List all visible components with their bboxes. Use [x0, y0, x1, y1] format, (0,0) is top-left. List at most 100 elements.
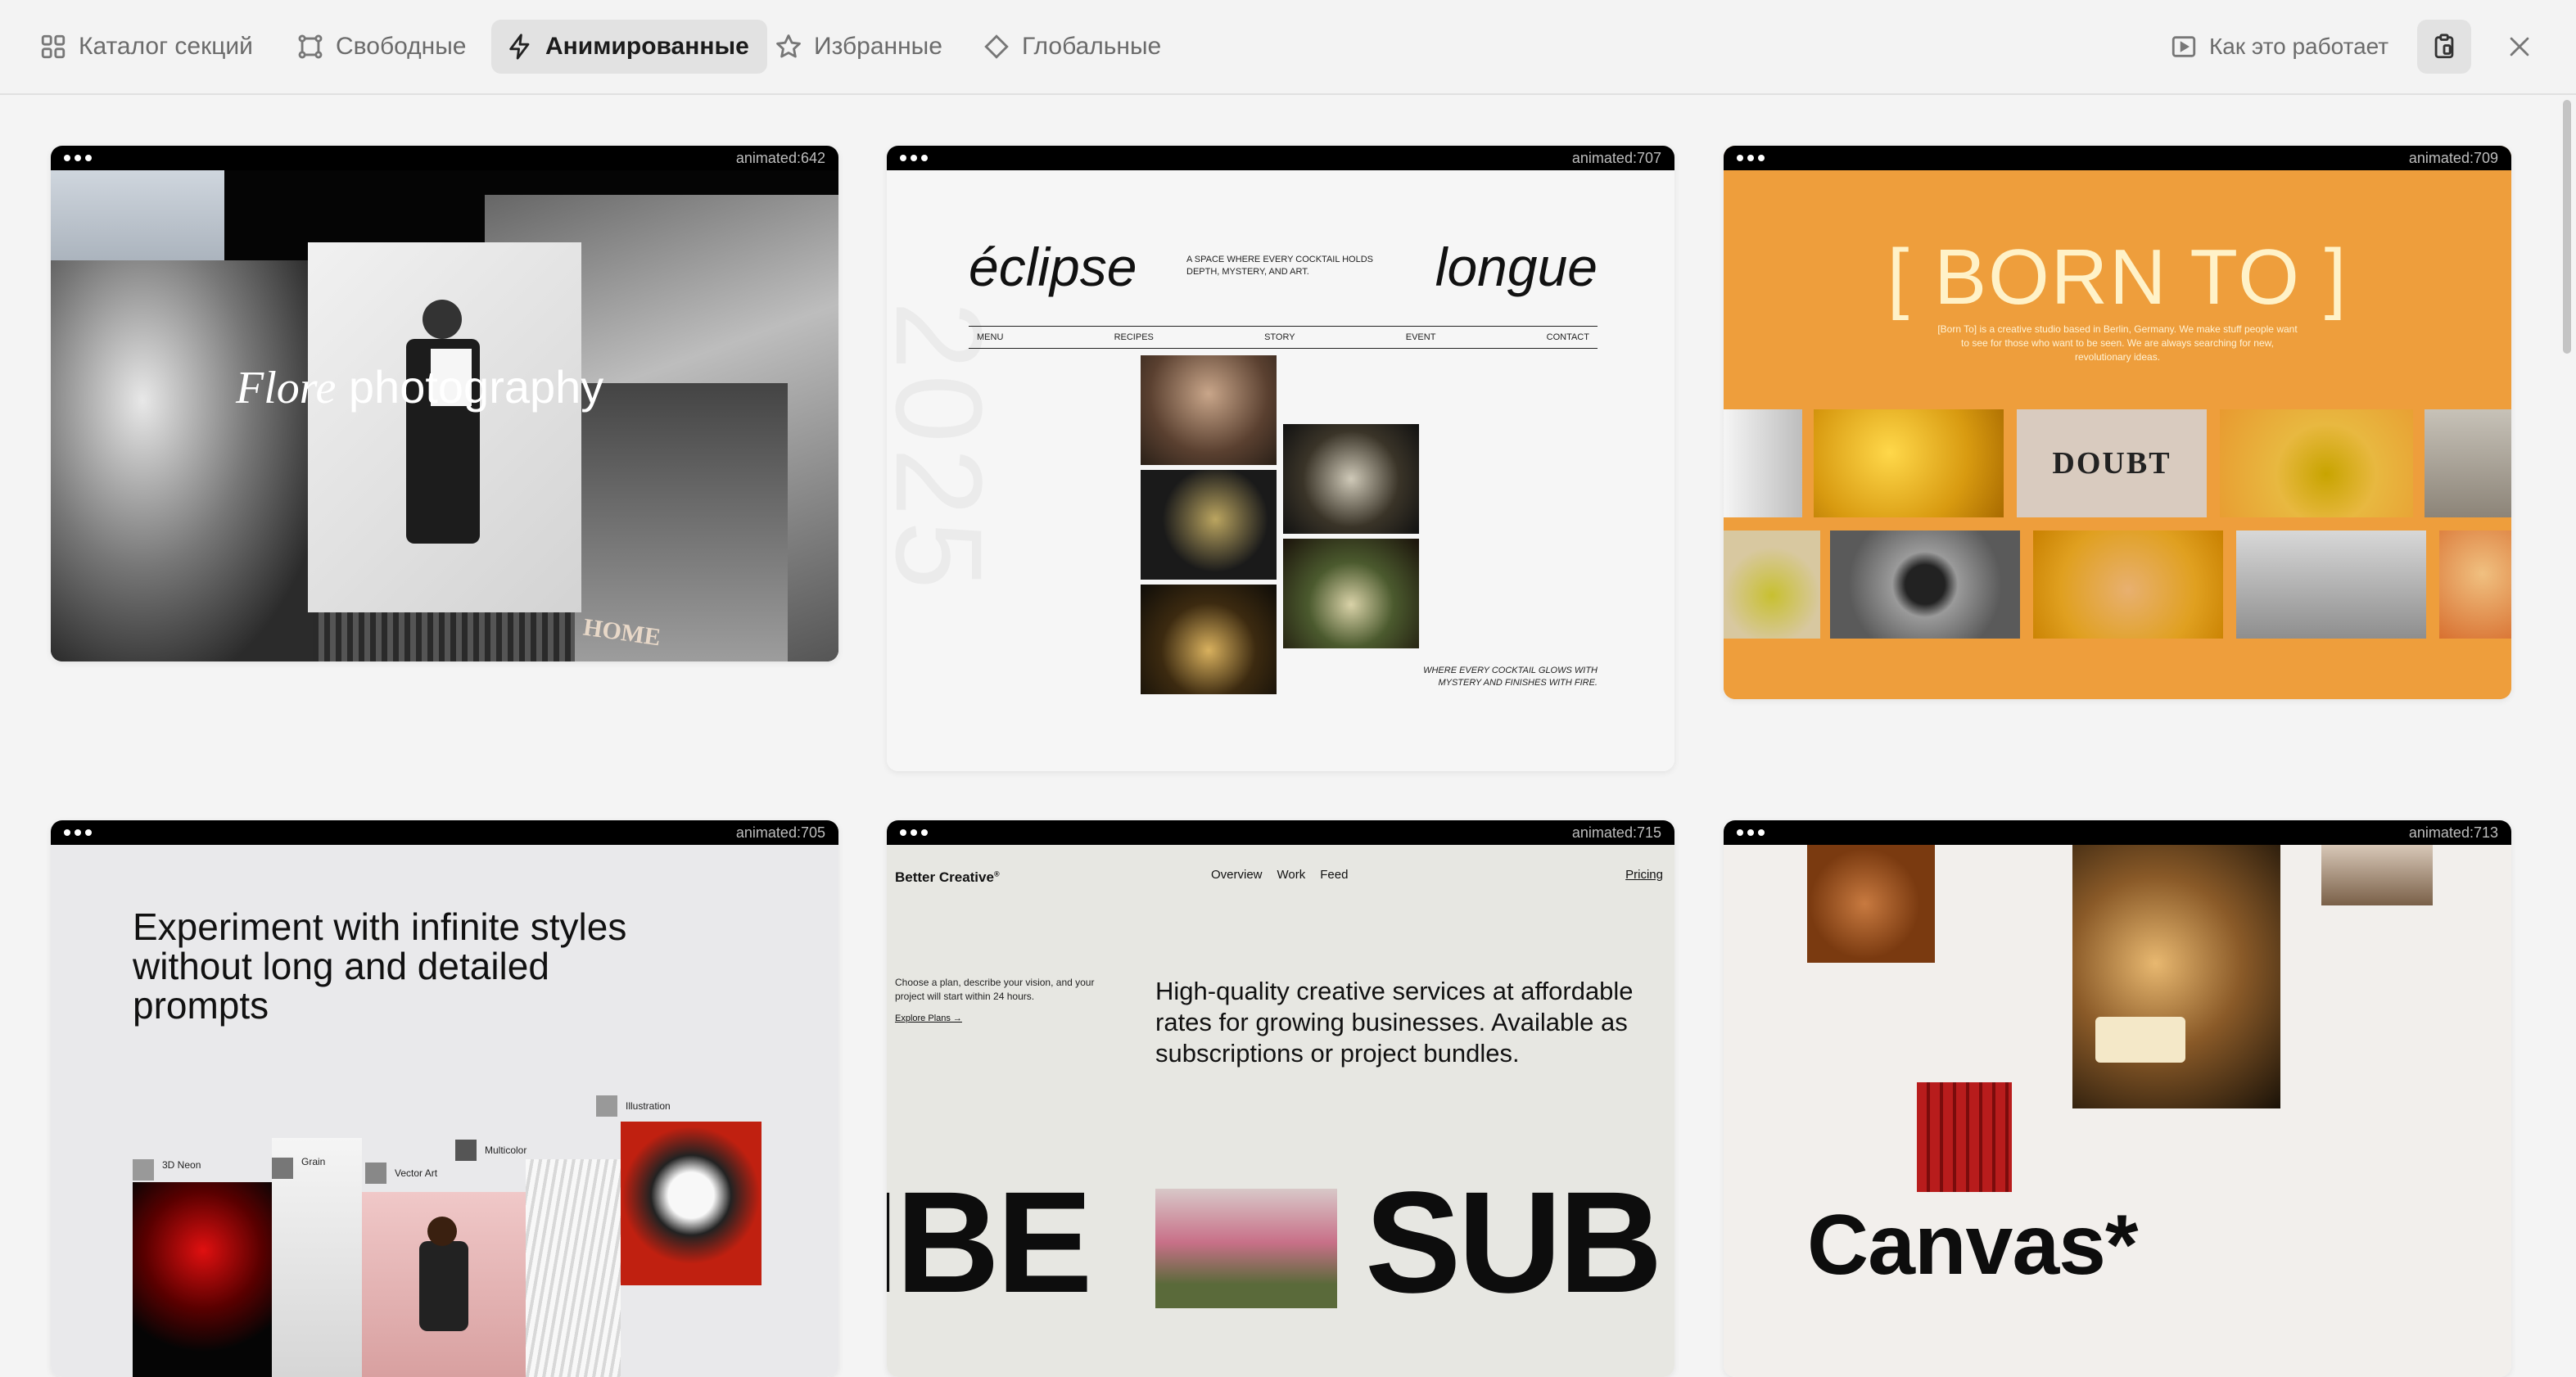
explore-plans-link[interactable]: Explore Plans → [895, 1014, 962, 1023]
nav-links: Overview Work Feed [1211, 868, 1348, 882]
style-label: Vector Art [395, 1167, 438, 1179]
card-id: animated:707 [1571, 149, 1661, 166]
nav-recipes[interactable]: RECIPES [1114, 332, 1154, 342]
tab-label: Глобальные [1022, 33, 1162, 60]
nav-overview[interactable]: Overview [1211, 868, 1263, 882]
tab-catalog[interactable]: Каталог секций [25, 20, 271, 74]
script-word: Flore [236, 363, 337, 413]
template-card[interactable]: animated:713 Canvas* [1724, 820, 2511, 1377]
tile-photo [1830, 530, 2020, 639]
style-thumb [365, 1163, 386, 1184]
tile-photo [2033, 530, 2223, 639]
style-sample-vector-art [362, 1192, 526, 1377]
style-thumb [455, 1140, 477, 1161]
card-preview: Flore photography HOME [51, 170, 838, 661]
card-id: animated:709 [2408, 149, 2498, 166]
tile-photo [2439, 530, 2511, 639]
nav-bar: MENU RECIPES STORY EVENT CONTACT [969, 326, 1598, 349]
style-sample-multicolor [526, 1159, 621, 1377]
pricing-link[interactable]: Pricing [1625, 868, 1663, 882]
window-dots [64, 155, 92, 161]
right-title: longue [1435, 237, 1598, 297]
headline: High-quality creative services at afford… [1155, 977, 1634, 1068]
card-preview: Canvas* [1724, 845, 2511, 1377]
card-titlebar: animated:715 [887, 820, 1674, 845]
tab-free[interactable]: Свободные [282, 20, 484, 74]
nav-feed[interactable]: Feed [1320, 868, 1348, 882]
intro-text: Choose a plan, describe your vision, and… [895, 977, 1095, 1002]
play-icon [2172, 36, 2196, 57]
card-titlebar: animated:707 [887, 146, 1674, 170]
template-card[interactable]: animated:705 Experiment with infinite st… [51, 820, 838, 1377]
nav-menu[interactable]: MENU [977, 332, 1003, 342]
how-it-works-label: Как это работает [2209, 34, 2389, 59]
tab-global[interactable]: Глобальные [968, 20, 1179, 74]
photo-tile [1917, 1082, 2012, 1192]
tile-photo [1724, 409, 1802, 517]
star-icon [776, 34, 801, 58]
card-id: animated:713 [2408, 824, 2498, 841]
tab-animated[interactable]: Анимированные [491, 20, 767, 74]
gold-glass-photo [1141, 585, 1277, 694]
window-dots [900, 155, 928, 161]
tab-favorites[interactable]: Избранные [760, 20, 960, 74]
how-it-works-button[interactable]: Как это работает [2170, 20, 2388, 74]
diamond-icon [984, 34, 1009, 59]
window-dots [1737, 155, 1765, 161]
tile-photo: DOUBT [2017, 409, 2207, 517]
card-id: animated:715 [1571, 824, 1661, 841]
tab-label: Свободные [336, 33, 467, 60]
window-dots [1737, 829, 1765, 836]
photo-tile [2321, 845, 2433, 905]
template-card[interactable]: animated:642 Flore photography HOME [51, 146, 838, 661]
cocktail-woman-photo [1141, 355, 1277, 465]
clipboard-button[interactable] [2417, 20, 2471, 74]
nav-contact[interactable]: CONTACT [1547, 332, 1589, 342]
photo-tile [1807, 845, 1935, 963]
tile-photo [2220, 409, 2413, 517]
tumbler-photo [1283, 424, 1419, 534]
template-card[interactable]: animated:707 2025 éclipse A SPACE WHERE … [887, 146, 1674, 771]
style-thumb [596, 1095, 617, 1117]
blossom-photo [1155, 1189, 1337, 1308]
template-card[interactable]: animated:709 [ BORN TO ] [Born To] is a … [1724, 146, 2511, 699]
style-sample-3d-neon [133, 1182, 273, 1377]
style-thumb [133, 1159, 154, 1181]
footer-note: WHERE EVERY COCKTAIL GLOWS WITH MYSTERY … [1423, 666, 1598, 688]
hair-photo [51, 260, 313, 661]
card-preview: [ BORN TO ] [Born To] is a creative stud… [1724, 170, 2511, 699]
lightning-icon [509, 34, 530, 60]
clipboard-icon [2434, 34, 2454, 59]
marquee-left: IBE [887, 1163, 1092, 1323]
window-dots [64, 829, 92, 836]
window-dots [900, 829, 928, 836]
card-id: animated:642 [735, 149, 825, 166]
title-word: photography [348, 361, 604, 413]
coupe-photo [1141, 470, 1277, 580]
tab-label: Каталог секций [79, 33, 253, 60]
grid-icon [41, 34, 66, 59]
card-titlebar: animated:642 [51, 146, 838, 170]
scrollbar-thumb[interactable] [2563, 100, 2571, 354]
hero-title: [ BORN TO ] [1887, 233, 2348, 321]
style-label: Illustration [626, 1100, 671, 1112]
card-preview: Better Creative® Overview Work Feed Pric… [887, 845, 1674, 1377]
nav-story[interactable]: STORY [1264, 332, 1295, 342]
marquee-right: SUB [1365, 1163, 1663, 1323]
tile-word: DOUBT [2052, 446, 2172, 481]
close-button[interactable] [2499, 26, 2540, 67]
tagline: A SPACE WHERE EVERY COCKTAIL HOLDS DEPTH… [1186, 255, 1374, 277]
frame-icon [298, 34, 323, 59]
template-card[interactable]: animated:715 Better Creative® Overview W… [887, 820, 1674, 1377]
tile-photo [2236, 530, 2426, 639]
top-toolbar: Каталог секций Свободные Анимированные И… [0, 0, 2576, 95]
tab-label: Избранные [814, 33, 942, 60]
nav-work[interactable]: Work [1277, 868, 1306, 882]
tile-photo [2425, 409, 2511, 517]
style-label: Grain [301, 1156, 326, 1167]
nav-event[interactable]: EVENT [1406, 332, 1436, 342]
left-title: éclipse [969, 237, 1137, 297]
style-sample-illustration [621, 1122, 762, 1285]
card-titlebar: animated:713 [1724, 820, 2511, 845]
tile-photo [1724, 530, 1820, 639]
